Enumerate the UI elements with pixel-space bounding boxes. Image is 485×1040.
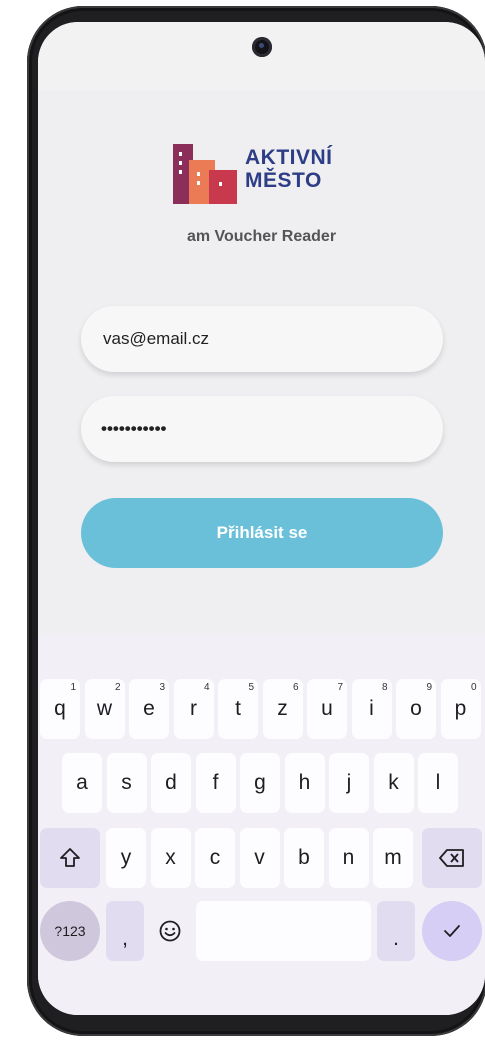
key-label: u [321, 697, 333, 720]
key-s[interactable]: s [106, 753, 147, 813]
check-icon [444, 925, 460, 937]
email-field[interactable] [81, 306, 443, 372]
key-d[interactable]: d [151, 753, 191, 813]
key-hint: 5 [248, 682, 254, 693]
key-label: t [235, 697, 241, 720]
password-input[interactable]: ••••••••••• [101, 419, 166, 439]
key-w[interactable]: w2 [84, 679, 125, 739]
emoji-icon [159, 920, 181, 942]
password-field[interactable]: ••••••••••• [81, 396, 443, 462]
email-input[interactable] [101, 328, 423, 350]
app-logo: AKTIVNÍ MĚSTO [173, 144, 373, 206]
enter-key[interactable] [422, 901, 482, 961]
emoji-key[interactable] [150, 901, 190, 961]
key-hint: 3 [159, 682, 165, 693]
on-screen-keyboard: q1w2e3r4t5z6u7i8o9p0 asdfghjkl yxcvbnm ?… [38, 635, 485, 1015]
key-label: e [143, 697, 155, 720]
key-m[interactable]: m [373, 828, 413, 888]
key-f[interactable]: f [195, 753, 236, 813]
key-hint: 2 [114, 682, 121, 693]
key-l[interactable]: l [418, 753, 458, 813]
login-button[interactable]: Přihlásit se [81, 498, 443, 568]
comma-key-label: , [122, 927, 128, 950]
shift-icon [60, 848, 80, 867]
app-screen: AKTIVNÍ MĚSTO am Voucher Reader ••••••••… [38, 22, 485, 1015]
key-v[interactable]: v [239, 828, 280, 888]
key-hint: 7 [337, 682, 343, 693]
brand-wordmark: AKTIVNÍ MĚSTO [245, 146, 333, 192]
key-label: o [410, 697, 422, 720]
key-j[interactable]: j [329, 753, 369, 813]
key-t[interactable]: t5 [218, 679, 258, 739]
key-label: w [96, 697, 113, 720]
key-g[interactable]: g [240, 753, 280, 813]
key-c[interactable]: c [195, 828, 235, 888]
period-key[interactable]: . [377, 901, 415, 961]
key-hint: 4 [203, 682, 210, 693]
key-label: q [54, 697, 66, 720]
backspace-icon [439, 849, 464, 867]
comma-key[interactable]: , [106, 901, 144, 961]
key-q[interactable]: q1 [40, 679, 80, 739]
shift-key[interactable] [40, 828, 100, 888]
brand-line-2: MĚSTO [245, 169, 322, 192]
key-hint: 8 [381, 682, 388, 693]
key-label: z [277, 697, 288, 720]
space-key[interactable] [196, 901, 371, 961]
key-o[interactable]: o9 [396, 679, 436, 739]
key-n[interactable]: n [328, 828, 369, 888]
key-p[interactable]: p0 [440, 679, 481, 739]
key-x[interactable]: x [150, 828, 191, 888]
key-r[interactable]: r4 [173, 679, 214, 739]
key-hint: 9 [426, 682, 432, 693]
key-u[interactable]: u7 [307, 679, 347, 739]
key-i[interactable]: i8 [351, 679, 392, 739]
backspace-key[interactable] [422, 828, 482, 888]
key-label: i [369, 697, 374, 720]
key-hint: 0 [470, 682, 477, 693]
app-subtitle: am Voucher Reader [186, 228, 337, 245]
key-hint: 6 [292, 682, 299, 693]
key-e[interactable]: e3 [129, 679, 169, 739]
key-y[interactable]: y [106, 828, 146, 888]
camera-icon [252, 37, 272, 57]
key-label: r [190, 697, 197, 720]
key-a[interactable]: a [62, 753, 102, 813]
brand-line-1: AKTIVNÍ [245, 146, 333, 169]
logo-buildings-icon [173, 144, 237, 204]
key-label: p [454, 697, 467, 720]
symbols-key-label: ?123 [54, 923, 86, 939]
key-hint: 1 [70, 682, 76, 693]
key-k[interactable]: k [373, 753, 414, 813]
symbols-key[interactable]: ?123 [40, 901, 100, 961]
key-z[interactable]: z6 [262, 679, 303, 739]
period-key-label: . [393, 927, 399, 950]
key-b[interactable]: b [284, 828, 324, 888]
key-h[interactable]: h [284, 753, 325, 813]
